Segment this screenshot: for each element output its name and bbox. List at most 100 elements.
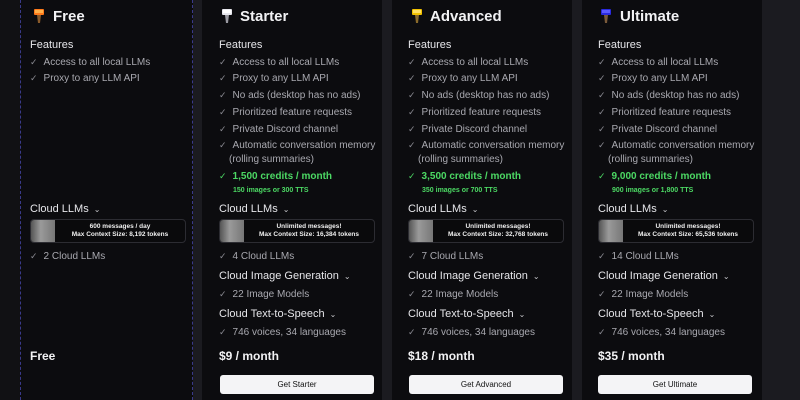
column-gap [762, 0, 800, 400]
check-icon: ✓ [408, 107, 416, 117]
credits-item: ✓ 1,500 credits / month [219, 171, 333, 182]
check-icon: ✓ [30, 57, 38, 67]
chevron-down-icon: ⌄ [532, 272, 540, 281]
image-generation-toggle[interactable]: Cloud Image Generation ⌄ [408, 270, 540, 282]
feature-item: ✓ Automatic conversation memory [219, 140, 376, 151]
features-heading: Features [598, 39, 642, 51]
message-limit: Unlimited messages! [465, 223, 531, 230]
get-advanced-button[interactable]: Get Advanced [409, 375, 563, 394]
check-icon: ✓ [598, 327, 606, 337]
cloud-llms-toggle[interactable]: Cloud LLMs ⌄ [408, 203, 478, 215]
feature-item: ✓ Prioritized feature requests [219, 107, 353, 118]
check-icon: ✓ [598, 124, 606, 134]
check-icon: ✓ [408, 73, 416, 83]
check-icon: ✓ [598, 90, 606, 100]
check-icon: ✓ [408, 90, 416, 100]
context-size: Max Context Size: 32,768 tokens [447, 231, 549, 238]
text-to-speech-toggle[interactable]: Cloud Text-to-Speech ⌄ [219, 308, 336, 320]
check-icon: ✓ [219, 251, 227, 261]
plan-title: Ultimate [620, 8, 680, 25]
plan-card-starter: Starter Features ✓ Access to all local LL… [202, 0, 382, 400]
check-icon: ✓ [219, 73, 227, 83]
context-size: Max Context Size: 16,384 tokens [258, 231, 360, 238]
image-generation-toggle[interactable]: Cloud Image Generation ⌄ [598, 270, 730, 282]
check-icon: ✓ [219, 327, 227, 337]
credits-item: ✓ 9,000 credits / month [598, 171, 712, 182]
feature-item: ✓ Private Discord channel [408, 124, 528, 135]
tts-detail: ✓ 746 voices, 34 languages [219, 327, 346, 338]
image-models-count: ✓ 22 Image Models [408, 289, 499, 300]
check-icon: ✓ [598, 251, 606, 261]
feature-item: ✓ Private Discord channel [219, 124, 339, 135]
check-icon: ✓ [598, 73, 606, 83]
cloud-llms-toggle[interactable]: Cloud LLMs ⌄ [598, 203, 668, 215]
cloud-llms-toggle[interactable]: Cloud LLMs ⌄ [30, 203, 100, 215]
image-generation-toggle[interactable]: Cloud Image Generation ⌄ [219, 270, 351, 282]
plan-price: Free [30, 349, 56, 363]
credits-detail: 350 images or 700 TTS [422, 187, 498, 194]
model-thumbnail [599, 220, 623, 242]
feature-item: ✓ Proxy to any LLM API [408, 73, 518, 84]
plan-price: $9 / month [219, 349, 280, 363]
features-heading: Features [408, 39, 452, 51]
model-thumbnail [220, 220, 244, 242]
check-icon: ✓ [408, 327, 416, 337]
chevron-down-icon: ⌄ [282, 205, 290, 214]
feature-item-continued: (rolling summaries) [608, 154, 694, 165]
feature-item: ✓ Private Discord channel [598, 124, 718, 135]
credits-detail: 150 images or 300 TTS [233, 187, 309, 194]
context-size: Max Context Size: 8,192 tokens [71, 231, 169, 238]
feature-item: ✓ No ads (desktop has no ads) [598, 90, 740, 101]
check-icon: ✓ [219, 140, 227, 150]
text-to-speech-toggle[interactable]: Cloud Text-to-Speech ⌄ [408, 308, 525, 320]
chevron-down-icon: ⌄ [93, 205, 101, 214]
plan-title: Advanced [430, 8, 502, 25]
feature-item: ✓ No ads (desktop has no ads) [408, 90, 550, 101]
image-models-count: ✓ 22 Image Models [219, 289, 310, 300]
plan-card-ultimate: Ultimate Features ✓ Access to all local L… [582, 0, 762, 400]
tts-detail: ✓ 746 voices, 34 languages [598, 327, 725, 338]
check-icon: ✓ [30, 73, 38, 83]
chevron-down-icon: ⌄ [518, 310, 526, 319]
message-limit: 600 messages / day [89, 223, 151, 230]
cloud-llms-info-box: Unlimited messages! Max Context Size: 32… [408, 219, 564, 243]
check-icon: ✓ [598, 140, 606, 150]
text-to-speech-toggle[interactable]: Cloud Text-to-Speech ⌄ [598, 308, 715, 320]
feature-item: ✓ Proxy to any LLM API [219, 73, 329, 84]
feature-item: ✓ Access to all local LLMs [30, 57, 151, 68]
feature-item: ✓ Access to all local LLMs [408, 57, 529, 68]
plan-price: $35 / month [598, 349, 665, 363]
chevron-down-icon: ⌄ [722, 272, 730, 281]
feature-item: ✓ Automatic conversation memory [598, 140, 755, 151]
tts-detail: ✓ 746 voices, 34 languages [408, 327, 535, 338]
get-ultimate-button[interactable]: Get Ultimate [598, 375, 752, 394]
credits-item: ✓ 3,500 credits / month [408, 171, 522, 182]
credits-detail: 900 images or 1,800 TTS [612, 187, 694, 194]
cloud-llms-count: ✓ 4 Cloud LLMs [219, 251, 295, 262]
feature-item: ✓ Automatic conversation memory [408, 140, 565, 151]
cloud-llms-toggle[interactable]: Cloud LLMs ⌄ [219, 203, 289, 215]
orange-torch-icon [34, 9, 44, 23]
check-icon: ✓ [408, 57, 416, 67]
yellow-torch-icon [412, 9, 422, 23]
check-icon: ✓ [598, 171, 606, 181]
feature-item: ✓ Prioritized feature requests [598, 107, 732, 118]
check-icon: ✓ [408, 124, 416, 134]
column-gap [382, 0, 392, 400]
column-gap [572, 0, 582, 400]
cloud-llms-info-box: Unlimited messages! Max Context Size: 16… [219, 219, 375, 243]
check-icon: ✓ [30, 251, 38, 261]
feature-item: ✓ Proxy to any LLM API [598, 73, 708, 84]
message-limit: Unlimited messages! [276, 223, 342, 230]
cloud-llms-count: ✓ 7 Cloud LLMs [408, 251, 484, 262]
get-starter-button[interactable]: Get Starter [220, 375, 374, 394]
cloud-llms-info-box: 600 messages / day Max Context Size: 8,1… [30, 219, 186, 243]
check-icon: ✓ [408, 251, 416, 261]
plan-title: Starter [240, 8, 289, 25]
context-size: Max Context Size: 65,536 tokens [637, 231, 739, 238]
feature-item: ✓ Access to all local LLMs [598, 57, 719, 68]
plan-card-advanced: Advanced Features ✓ Access to all local L… [392, 0, 572, 400]
chevron-down-icon: ⌄ [343, 272, 351, 281]
white-torch-icon [222, 9, 232, 23]
pricing-page: Free Features ✓ Access to all local LLMs … [0, 0, 800, 400]
